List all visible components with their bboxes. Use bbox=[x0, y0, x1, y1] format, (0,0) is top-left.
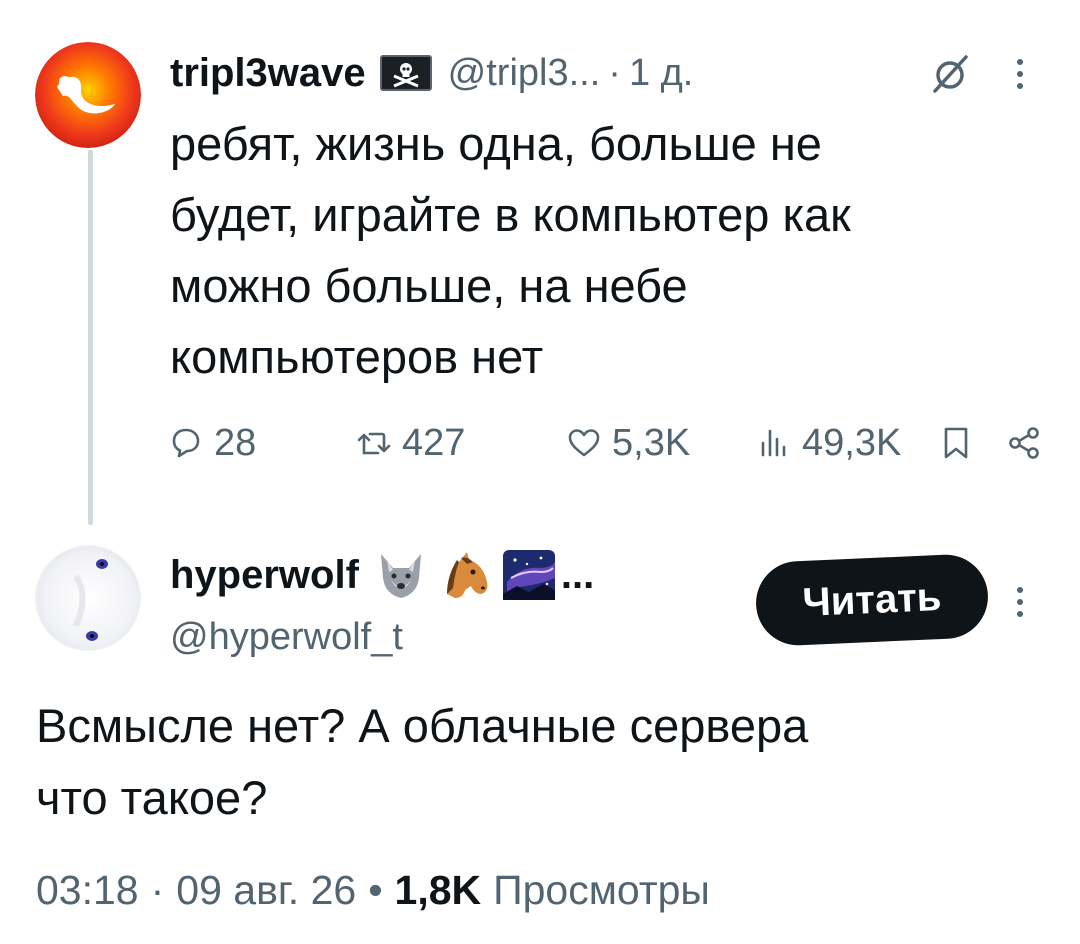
name-truncation-ellipsis: ... bbox=[560, 552, 595, 597]
more-options-icon[interactable] bbox=[1014, 54, 1026, 94]
night-sky-emoji-icon bbox=[501, 548, 557, 602]
avatar[interactable] bbox=[35, 545, 141, 651]
views-chart-icon bbox=[761, 429, 786, 457]
author-handle[interactable]: @tripl3... bbox=[448, 52, 601, 95]
reply-button[interactable]: 28 bbox=[168, 415, 256, 471]
reply-date[interactable]: 09 авг. 26 bbox=[176, 867, 356, 914]
separator-dot: · bbox=[150, 866, 165, 913]
retweet-button[interactable]: 427 bbox=[356, 415, 465, 471]
views-count: 49,3K bbox=[802, 421, 902, 464]
follow-button[interactable]: Читать bbox=[754, 552, 990, 648]
reply-author-handle[interactable]: @hyperwolf_t bbox=[170, 616, 403, 659]
reply-text: Всмысле нет? А облачные сервера что тако… bbox=[36, 699, 809, 824]
views-button[interactable]: 49,3K bbox=[756, 415, 901, 471]
bookmark-button[interactable] bbox=[938, 415, 974, 471]
tweet-text: ребят, жизнь одна, больше не будет, игра… bbox=[170, 117, 851, 383]
like-button[interactable]: 5,3K bbox=[566, 415, 690, 471]
bookmark-icon bbox=[944, 427, 968, 459]
reply-metadata: 03:18 · 09 авг. 26 • 1,8K Просмотры bbox=[36, 860, 710, 920]
author-name[interactable]: tripl3wave bbox=[170, 51, 366, 96]
retweet-count: 427 bbox=[402, 421, 466, 464]
retweet-icon bbox=[357, 432, 391, 455]
reply-views-count: 1,8K bbox=[394, 866, 482, 913]
reply-views-label: Просмотры bbox=[493, 866, 710, 913]
avatar[interactable] bbox=[35, 42, 141, 148]
tweet-actions: 28 427 5,3K 49,3K bbox=[168, 415, 1048, 471]
pirate-flag-icon bbox=[379, 54, 432, 92]
tweet-header: tripl3wave @tripl3... · 1 д. bbox=[170, 48, 693, 98]
tweet-time[interactable]: 1 д. bbox=[629, 52, 693, 95]
tripl3wave-avatar-image bbox=[35, 42, 141, 148]
more-options-icon[interactable] bbox=[1014, 582, 1026, 622]
hyperwolf-avatar-image bbox=[36, 546, 140, 650]
separator-bullet: • bbox=[368, 866, 383, 913]
like-count: 5,3K bbox=[612, 421, 691, 464]
reply-icon bbox=[172, 428, 200, 458]
reply-author-name[interactable]: hyperwolf bbox=[170, 553, 359, 598]
separator-dot: · bbox=[608, 51, 621, 94]
share-button[interactable] bbox=[1006, 415, 1042, 471]
reply-header: hyperwolf ... bbox=[170, 548, 594, 602]
horse-emoji-icon bbox=[437, 548, 493, 602]
reply-count: 28 bbox=[214, 421, 257, 464]
reply-time[interactable]: 03:18 bbox=[36, 867, 139, 914]
heart-icon bbox=[568, 429, 600, 457]
wolf-emoji-icon bbox=[373, 548, 429, 602]
grok-icon[interactable] bbox=[930, 54, 970, 94]
thread-connector-line bbox=[88, 150, 93, 525]
share-icon bbox=[1009, 427, 1039, 459]
